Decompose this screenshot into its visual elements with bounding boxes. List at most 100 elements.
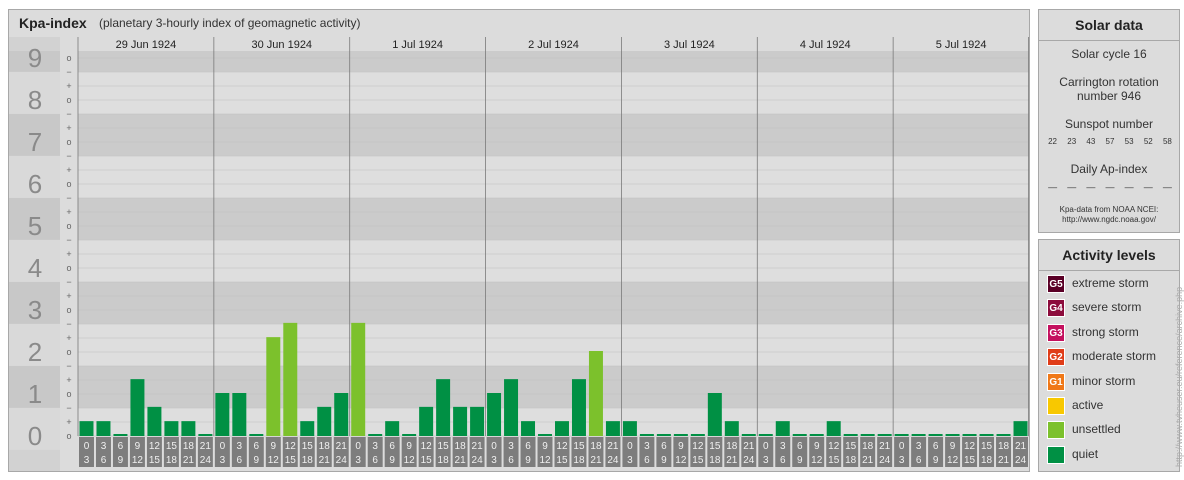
time-slot-end: 6 [237, 455, 243, 466]
kp-bar [504, 379, 519, 436]
kp-bar [809, 434, 824, 436]
legend-label: unsettled [1072, 422, 1121, 437]
time-slot-end: 18 [438, 455, 450, 466]
kp-bar [639, 434, 654, 436]
level-label-1: 1 [28, 379, 42, 409]
level-label-4: 4 [28, 253, 42, 283]
time-slot-start: 12 [828, 441, 840, 452]
kp-bar [368, 434, 383, 436]
time-slot-start: 12 [285, 441, 297, 452]
sublevel-mark: o [66, 347, 71, 357]
kp-bar [215, 393, 230, 436]
sublevel-mark: o [66, 137, 71, 147]
kp-bar [690, 434, 705, 436]
sunspot-value: 23 [1067, 137, 1077, 146]
day-label: 30 Jun 1924 [252, 39, 313, 51]
sublevel-mark: − [66, 403, 71, 413]
carrington-rotation-line2: number 946 [1076, 89, 1142, 103]
time-slot-end: 12 [811, 455, 823, 466]
legend-item-strong-storm: G3 strong storm [1047, 323, 1179, 344]
sublevel-mark: − [66, 235, 71, 245]
time-slot-start: 6 [118, 441, 124, 452]
sunspot-label: Sunspot number [1064, 117, 1154, 131]
kpa-chart: 0 + o 1 + o − 2 + o − 3 + o − 4 + o − 5 + o − 6 + o − 7 + o − 8 + o − 9 o − 29… [9, 37, 1029, 471]
time-slot-start: 18 [862, 441, 874, 452]
time-slot-end: 24 [1015, 455, 1027, 466]
sublevel-mark: + [66, 165, 71, 175]
kp-bar [436, 379, 451, 436]
time-slot-end: 3 [491, 455, 497, 466]
sunspot-value: 58 [1162, 137, 1172, 146]
time-slot-end: 6 [508, 455, 514, 466]
time-slot-end: 9 [118, 455, 124, 466]
time-slot-start: 9 [678, 441, 684, 452]
time-slot-start: 0 [763, 441, 769, 452]
legend-swatch: G2 [1047, 348, 1065, 367]
time-slot-end: 3 [355, 455, 361, 466]
legend-item-active: active [1047, 397, 1179, 417]
kp-bar [113, 434, 128, 436]
ap-index-value: — [1086, 182, 1096, 192]
time-slot-end: 9 [389, 455, 395, 466]
time-slot-start: 15 [981, 441, 993, 452]
kp-bar [266, 337, 281, 436]
time-slot-end: 12 [268, 455, 280, 466]
time-slot-end: 9 [797, 455, 803, 466]
kp-bar [605, 421, 620, 436]
sublevel-mark: + [66, 417, 71, 427]
time-slot-end: 24 [200, 455, 212, 466]
day-label: 1 Jul 1924 [392, 39, 443, 51]
time-slot-start: 21 [1015, 441, 1027, 452]
time-slot-start: 12 [556, 441, 568, 452]
kp-bar [198, 434, 213, 436]
sublevel-mark: o [66, 95, 71, 105]
legend-item-minor-storm: G1 minor storm [1047, 372, 1179, 393]
level-label-8: 8 [28, 85, 42, 115]
kp-bar [911, 434, 926, 436]
kp-bar [707, 393, 722, 436]
time-slot-start: 9 [271, 441, 277, 452]
time-slot-start: 21 [336, 441, 348, 452]
time-slot-end: 21 [998, 455, 1010, 466]
time-slot-start: 3 [101, 441, 107, 452]
time-slot-start: 9 [542, 441, 548, 452]
kp-bar [571, 379, 586, 436]
time-slot-end: 18 [573, 455, 585, 466]
ap-index-value: — [1162, 182, 1172, 192]
legend-swatch: G3 [1047, 323, 1065, 342]
level-band-3 [78, 281, 1029, 324]
kp-bar [996, 434, 1011, 436]
kp-bar [792, 434, 807, 436]
time-slot-start: 12 [964, 441, 976, 452]
solar-cycle: Solar cycle 16 [1071, 47, 1147, 61]
kp-bar [741, 434, 756, 436]
legend-swatch [1047, 445, 1065, 464]
source-note: Kpa-data from NOAA NCEI: [1059, 205, 1159, 214]
kp-bar [419, 406, 434, 436]
kp-bar [385, 421, 400, 436]
sublevel-mark: + [66, 333, 71, 343]
sublevel-mark: o [66, 305, 71, 315]
sublevel-mark: o [66, 263, 71, 273]
time-slot-start: 15 [302, 441, 314, 452]
level-band-9 [78, 51, 1029, 72]
time-slot-end: 15 [149, 455, 161, 466]
time-slot-end: 6 [780, 455, 786, 466]
day-label: 2 Jul 1924 [528, 39, 579, 51]
time-slot-end: 9 [933, 455, 939, 466]
kp-bar [164, 421, 179, 436]
time-slot-start: 21 [743, 441, 755, 452]
kp-bar [724, 421, 739, 436]
time-slot-end: 18 [845, 455, 857, 466]
ap-index-label: Daily Ap-index [1070, 162, 1148, 176]
kp-bar [402, 434, 417, 436]
solar-data-panel: Solar data Solar cycle 16 Carrington rot… [1038, 9, 1180, 233]
time-slot-end: 9 [254, 455, 260, 466]
time-slot-start: 3 [508, 441, 514, 452]
time-slot-start: 15 [573, 441, 585, 452]
time-slot-end: 6 [916, 455, 922, 466]
level-band-4 [78, 239, 1029, 282]
time-slot-start: 3 [644, 441, 650, 452]
kp-bar [351, 322, 366, 436]
kp-bar [588, 351, 603, 436]
